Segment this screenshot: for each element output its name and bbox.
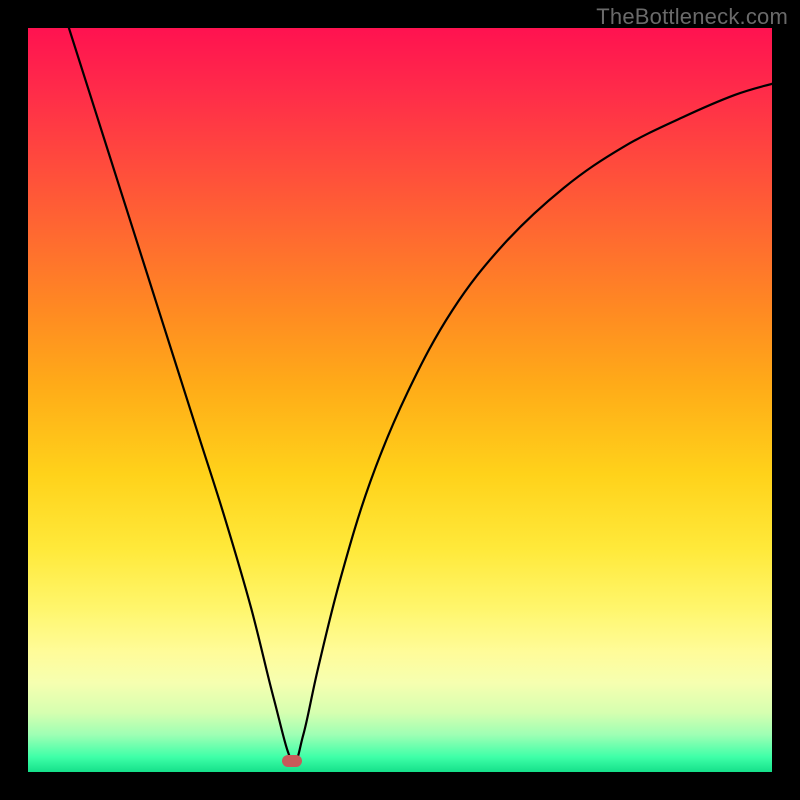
watermark-text: TheBottleneck.com — [596, 4, 788, 30]
bottleneck-curve — [69, 28, 772, 762]
curve-svg — [28, 28, 772, 772]
chart-frame: TheBottleneck.com — [0, 0, 800, 800]
plot-area — [28, 28, 772, 772]
minimum-marker — [282, 755, 302, 767]
